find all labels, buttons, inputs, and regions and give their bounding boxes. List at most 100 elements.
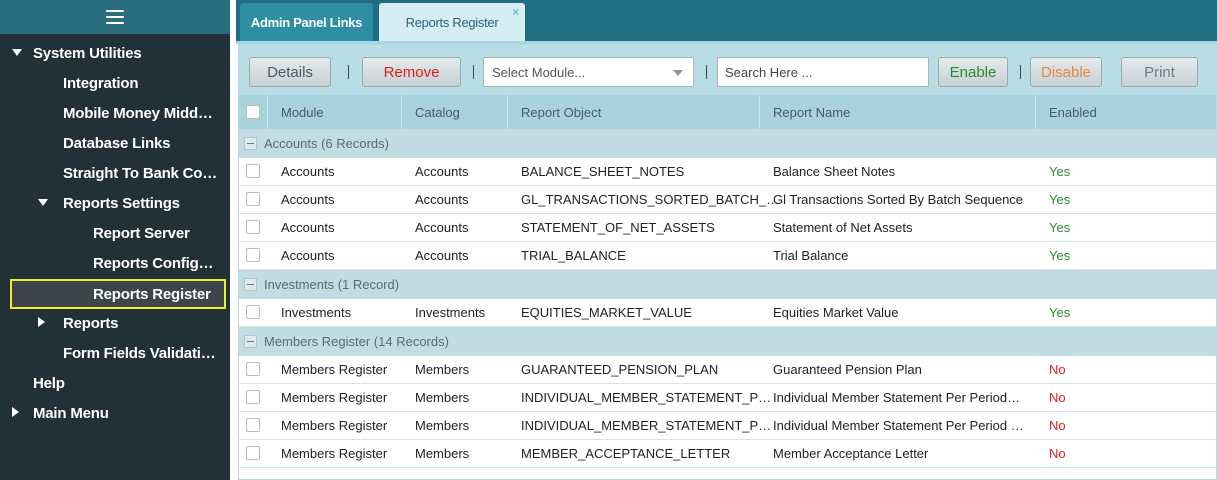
row-checkbox[interactable] xyxy=(246,418,260,432)
toolbar: Details Remove Select Module... Enable D… xyxy=(239,45,1216,95)
sidebar-item[interactable]: Help xyxy=(0,368,230,398)
hamburger-menu-button[interactable] xyxy=(0,0,230,34)
sidebar-item[interactable]: Straight To Bank Co… xyxy=(0,158,230,188)
collapse-icon[interactable] xyxy=(244,335,257,348)
sidebar-item[interactable]: Integration xyxy=(0,68,230,98)
sidebar-item-label: Report Server xyxy=(93,224,190,242)
cell-object: MEMBER_ACCEPTANCE_LETTER xyxy=(521,446,731,461)
column-header-module[interactable]: Module xyxy=(268,95,402,129)
cell-catalog: Members xyxy=(415,446,470,461)
cell-name: Gl Transactions Sorted By Batch Sequence xyxy=(773,192,1024,207)
sidebar-item[interactable]: Reports xyxy=(0,308,230,338)
row-checkbox[interactable] xyxy=(246,446,260,460)
caret-right-icon[interactable] xyxy=(12,407,19,417)
sidebar-item-label: Straight To Bank Co… xyxy=(63,164,218,182)
sidebar-item[interactable]: Main Menu xyxy=(0,398,230,428)
remove-button[interactable]: Remove xyxy=(362,57,461,87)
group-header[interactable]: Members Register (14 Records) xyxy=(239,327,1216,356)
caret-right-icon[interactable] xyxy=(38,317,45,327)
cell-enabled: No xyxy=(1049,390,1066,405)
sidebar-item[interactable]: Form Fields Validati… xyxy=(0,338,230,368)
cell-name: Balance Sheet Notes xyxy=(773,164,896,179)
table-row[interactable]: Members Register Members INDIVIDUAL_MEMBER… xyxy=(239,384,1216,412)
cell-enabled: Yes xyxy=(1049,220,1071,235)
cell-enabled: Yes xyxy=(1049,305,1071,320)
print-button[interactable]: Print xyxy=(1121,57,1198,87)
cell-module: Members Register xyxy=(281,446,388,461)
sidebar-item[interactable]: Reports Settings xyxy=(0,188,230,218)
cell-enabled: Yes xyxy=(1049,248,1071,263)
sidebar-item[interactable]: Report Server xyxy=(0,218,230,248)
collapse-icon[interactable] xyxy=(244,137,257,150)
table-row[interactable]: Accounts Accounts BALANCE_SHEET_NOTES Balan… xyxy=(239,158,1216,186)
sidebar-item[interactable]: System Utilities xyxy=(0,38,230,68)
cell-catalog: Members xyxy=(415,418,470,433)
table-row[interactable]: Members Register Members INDIVIDUAL_MEMBER… xyxy=(239,412,1216,440)
cell-name: Trial Balance xyxy=(773,248,849,263)
module-select[interactable]: Select Module... xyxy=(483,57,694,87)
cell-name: Individual Member Statement Per Period … xyxy=(773,418,1024,433)
toolbar-divider xyxy=(473,65,474,79)
row-checkbox[interactable] xyxy=(246,305,260,319)
tab-admin-panel-links[interactable]: Admin Panel Links xyxy=(240,3,373,41)
row-checkbox[interactable] xyxy=(246,192,260,206)
column-header-catalog[interactable]: Catalog xyxy=(402,95,508,129)
cell-enabled: No xyxy=(1049,362,1066,377)
sidebar-item[interactable]: Mobile Money Midd… xyxy=(0,98,230,128)
hamburger-icon xyxy=(106,10,124,24)
sidebar-item-label: Help xyxy=(33,374,65,392)
sidebar-item-label: Form Fields Validati… xyxy=(63,344,216,362)
cell-catalog: Accounts xyxy=(415,220,469,235)
details-button[interactable]: Details xyxy=(249,57,331,87)
cell-name: Statement of Net Assets xyxy=(773,220,913,235)
cell-catalog: Accounts xyxy=(415,192,469,207)
select-all-checkbox[interactable] xyxy=(246,105,260,119)
column-header-enabled[interactable]: Enabled xyxy=(1036,95,1216,129)
cell-object: BALANCE_SHEET_NOTES xyxy=(521,164,685,179)
search-input[interactable] xyxy=(717,57,929,87)
sidebar-item[interactable]: Reports Config… xyxy=(0,248,230,278)
close-icon[interactable]: × xyxy=(512,5,519,19)
sidebar-item-label: Integration xyxy=(63,74,139,92)
cell-enabled: Yes xyxy=(1049,192,1071,207)
sidebar-item[interactable]: Database Links xyxy=(0,128,230,158)
caret-down-icon[interactable] xyxy=(38,199,48,206)
row-checkbox[interactable] xyxy=(246,390,260,404)
cell-object: TRIAL_BALANCE xyxy=(521,248,626,263)
group-header[interactable]: Accounts (6 Records) xyxy=(239,129,1216,158)
table-row[interactable]: Members Register Members MEMBER_ACCEPTANCE… xyxy=(239,440,1216,468)
cell-name: Equities Market Value xyxy=(773,305,899,320)
group-label: Members Register (14 Records) xyxy=(264,334,449,349)
cell-catalog: Members xyxy=(415,390,470,405)
group-label: Accounts (6 Records) xyxy=(264,136,389,151)
group-label: Investments (1 Record) xyxy=(264,277,400,292)
table-row[interactable]: Accounts Accounts STATEMENT_OF_NET_ASSETS S… xyxy=(239,214,1216,242)
disable-button[interactable]: Disable xyxy=(1030,57,1102,87)
row-checkbox[interactable] xyxy=(246,220,260,234)
main-content: Details Remove Select Module... Enable D… xyxy=(238,44,1217,480)
column-header-report-object[interactable]: Report Object xyxy=(508,95,760,129)
table-row[interactable]: Members Register Members GUARANTEED_PENSIO… xyxy=(239,356,1216,384)
caret-down-icon[interactable] xyxy=(12,49,22,56)
table-row[interactable]: Accounts Accounts TRIAL_BALANCE Trial Balan… xyxy=(239,242,1216,270)
row-checkbox[interactable] xyxy=(246,362,260,376)
tab-label: Reports Register xyxy=(405,14,499,30)
sidebar-item[interactable]: Reports Register xyxy=(10,279,226,309)
row-checkbox[interactable] xyxy=(246,164,260,178)
group-header[interactable]: Investments (1 Record) xyxy=(239,270,1216,299)
cell-module: Members Register xyxy=(281,418,388,433)
toolbar-divider xyxy=(706,65,707,79)
cell-name: Individual Member Statement Per Period… xyxy=(773,390,1021,405)
collapse-icon[interactable] xyxy=(244,278,257,291)
tab-label: Admin Panel Links xyxy=(250,14,363,30)
table-row[interactable]: Investments Investments EQUITIES_MARKET_VA… xyxy=(239,299,1216,327)
tab-reports-register[interactable]: Reports Register × xyxy=(379,3,525,41)
cell-module: Investments xyxy=(281,305,352,320)
enable-button[interactable]: Enable xyxy=(938,57,1008,87)
row-checkbox[interactable] xyxy=(246,248,260,262)
tab-bar: Admin Panel Links Reports Register × xyxy=(236,0,1217,44)
column-header-report-name[interactable]: Report Name xyxy=(760,95,1036,129)
table-row[interactable]: Accounts Accounts GL_TRANSACTIONS_SORTED_B… xyxy=(239,186,1216,214)
cell-name: Guaranteed Pension Plan xyxy=(773,362,922,377)
cell-object: INDIVIDUAL_MEMBER_STATEMENT_P… xyxy=(521,390,772,405)
